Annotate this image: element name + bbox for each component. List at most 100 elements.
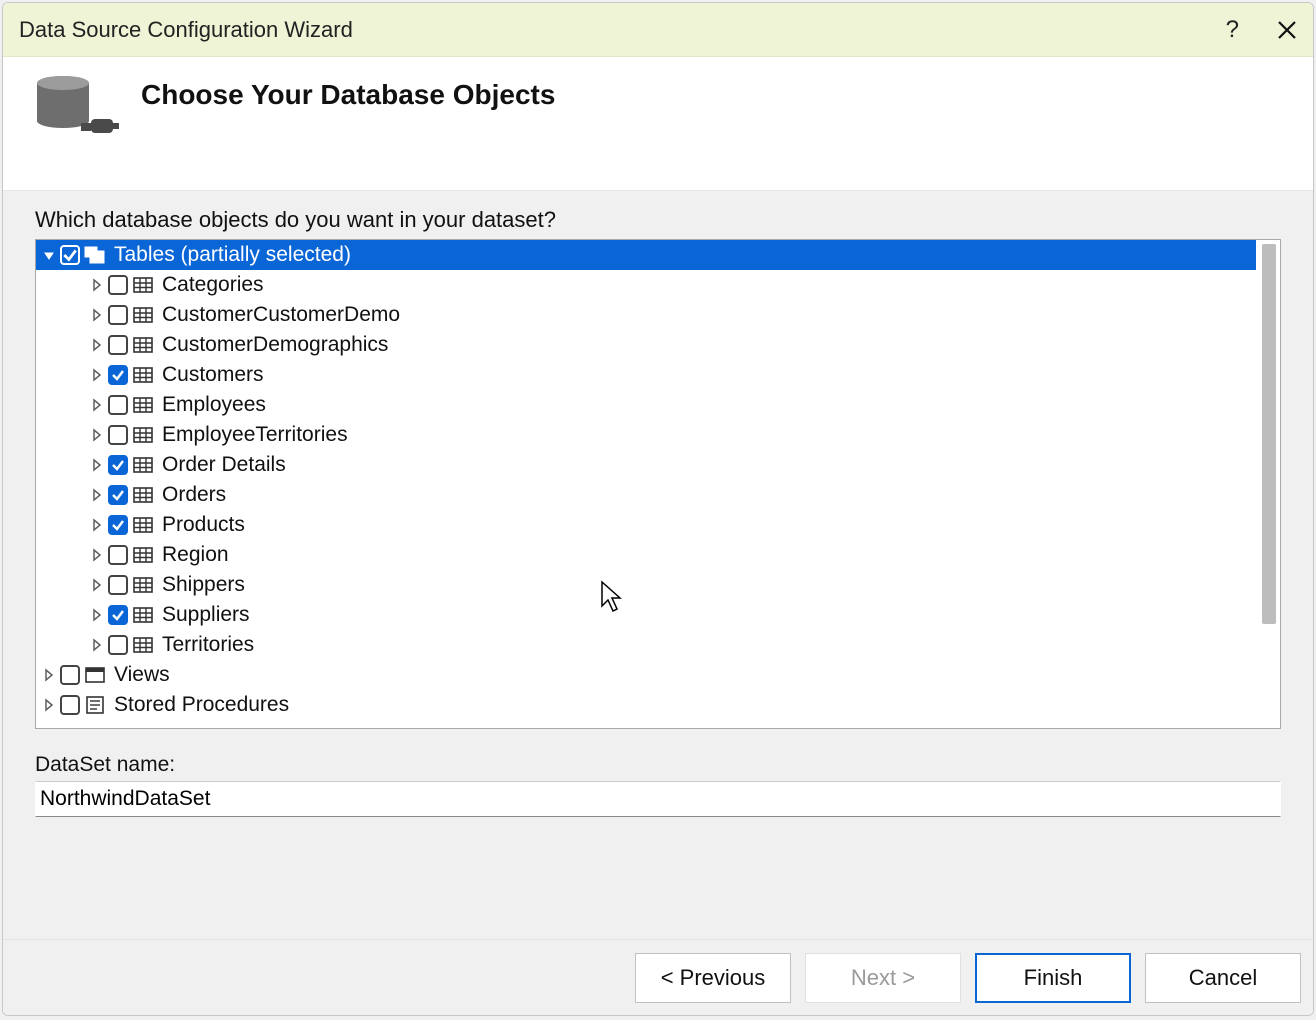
cancel-button[interactable]: Cancel: [1145, 953, 1301, 1003]
previous-button[interactable]: < Previous: [635, 953, 791, 1003]
tables-group-icon: [84, 245, 106, 265]
prompt-text: Which database objects do you want in yo…: [35, 207, 1281, 233]
tree-item-label: Order Details: [162, 453, 286, 477]
tree-node-table-order-details[interactable]: Order Details: [36, 450, 1256, 480]
tree-item-label: Region: [162, 543, 229, 567]
chevron-right-icon[interactable]: [90, 458, 104, 472]
checkbox[interactable]: [108, 455, 128, 475]
chevron-right-icon[interactable]: [90, 578, 104, 592]
chevron-right-icon[interactable]: [90, 518, 104, 532]
tree-item-label: Tables (partially selected): [114, 243, 351, 267]
checkbox[interactable]: [60, 695, 80, 715]
chevron-right-icon[interactable]: [90, 638, 104, 652]
checkbox[interactable]: [108, 545, 128, 565]
page-heading: Choose Your Database Objects: [141, 79, 555, 111]
chevron-down-icon[interactable]: [42, 248, 56, 262]
tree-node-table-region[interactable]: Region: [36, 540, 1256, 570]
table-icon: [132, 605, 154, 625]
checkbox[interactable]: [60, 245, 80, 265]
dataset-name-label: DataSet name:: [35, 753, 1281, 777]
heading-area: Choose Your Database Objects: [3, 57, 1313, 191]
chevron-right-icon[interactable]: [90, 608, 104, 622]
tree-item-label: Customers: [162, 363, 264, 387]
checkbox[interactable]: [108, 275, 128, 295]
views-group-icon: [84, 665, 106, 685]
stored-procedures-group-icon: [84, 695, 106, 715]
tree-node-tables[interactable]: Tables (partially selected): [36, 240, 1256, 270]
tree-node-table-suppliers[interactable]: Suppliers: [36, 600, 1256, 630]
tree-node-views[interactable]: Views: [36, 660, 1256, 690]
table-icon: [132, 485, 154, 505]
checkbox[interactable]: [108, 305, 128, 325]
titlebar-buttons: ?: [1226, 16, 1297, 44]
wizard-window: Data Source Configuration Wizard ? Choos…: [2, 2, 1314, 1016]
tree-item-label: Territories: [162, 633, 254, 657]
checkbox[interactable]: [108, 635, 128, 655]
tree-item-label: EmployeeTerritories: [162, 423, 348, 447]
table-icon: [132, 335, 154, 355]
tree-item-label: CustomerDemographics: [162, 333, 388, 357]
checkbox[interactable]: [60, 665, 80, 685]
table-icon: [132, 515, 154, 535]
checkbox[interactable]: [108, 575, 128, 595]
tree-item-label: CustomerCustomerDemo: [162, 303, 400, 327]
chevron-right-icon[interactable]: [90, 548, 104, 562]
checkbox[interactable]: [108, 515, 128, 535]
tree-node-table-orders[interactable]: Orders: [36, 480, 1256, 510]
tree-item-label: Categories: [162, 273, 264, 297]
table-icon: [132, 635, 154, 655]
table-icon: [132, 275, 154, 295]
chevron-right-icon[interactable]: [90, 368, 104, 382]
checkbox[interactable]: [108, 425, 128, 445]
table-icon: [132, 425, 154, 445]
tree-node-table-customercustomerdemo[interactable]: CustomerCustomerDemo: [36, 300, 1256, 330]
next-button: Next >: [805, 953, 961, 1003]
window-title: Data Source Configuration Wizard: [19, 17, 1226, 43]
titlebar: Data Source Configuration Wizard ?: [3, 3, 1313, 57]
object-tree[interactable]: Tables (partially selected) Categories Cus…: [35, 239, 1281, 729]
tree-node-stored-procedures[interactable]: Stored Procedures: [36, 690, 1256, 720]
tree-node-table-employees[interactable]: Employees: [36, 390, 1256, 420]
close-button[interactable]: [1277, 20, 1297, 40]
checkbox[interactable]: [108, 395, 128, 415]
table-icon: [132, 305, 154, 325]
scrollbar[interactable]: [1260, 242, 1278, 726]
chevron-right-icon[interactable]: [90, 278, 104, 292]
table-icon: [132, 365, 154, 385]
tree-node-table-shippers[interactable]: Shippers: [36, 570, 1256, 600]
tree-item-label: Orders: [162, 483, 226, 507]
tree-node-table-products[interactable]: Products: [36, 510, 1256, 540]
tree-item-label: Shippers: [162, 573, 245, 597]
chevron-right-icon[interactable]: [90, 398, 104, 412]
database-icon: [31, 73, 121, 149]
help-button[interactable]: ?: [1226, 16, 1239, 44]
tree-node-table-customers[interactable]: Customers: [36, 360, 1256, 390]
finish-button[interactable]: Finish: [975, 953, 1131, 1003]
chevron-right-icon[interactable]: [90, 488, 104, 502]
table-icon: [132, 545, 154, 565]
tree-node-table-categories[interactable]: Categories: [36, 270, 1256, 300]
chevron-right-icon[interactable]: [90, 338, 104, 352]
tree-node-table-customerdemographics[interactable]: CustomerDemographics: [36, 330, 1256, 360]
tree-item-label: Suppliers: [162, 603, 250, 627]
tree-node-table-employeeterritories[interactable]: EmployeeTerritories: [36, 420, 1256, 450]
table-icon: [132, 575, 154, 595]
checkbox[interactable]: [108, 335, 128, 355]
chevron-right-icon[interactable]: [42, 698, 56, 712]
chevron-right-icon[interactable]: [90, 428, 104, 442]
dataset-name-input[interactable]: [35, 781, 1281, 817]
tree-item-label: Products: [162, 513, 245, 537]
tree-item-label: Stored Procedures: [114, 693, 289, 717]
scrollbar-thumb[interactable]: [1262, 244, 1276, 624]
chevron-right-icon[interactable]: [90, 308, 104, 322]
tree-node-table-territories[interactable]: Territories: [36, 630, 1256, 660]
checkbox[interactable]: [108, 605, 128, 625]
footer: < Previous Next > Finish Cancel: [3, 939, 1313, 1015]
checkbox[interactable]: [108, 485, 128, 505]
checkbox[interactable]: [108, 365, 128, 385]
table-icon: [132, 455, 154, 475]
table-icon: [132, 395, 154, 415]
tree-item-label: Views: [114, 663, 170, 687]
chevron-right-icon[interactable]: [42, 668, 56, 682]
body: Which database objects do you want in yo…: [3, 191, 1313, 939]
